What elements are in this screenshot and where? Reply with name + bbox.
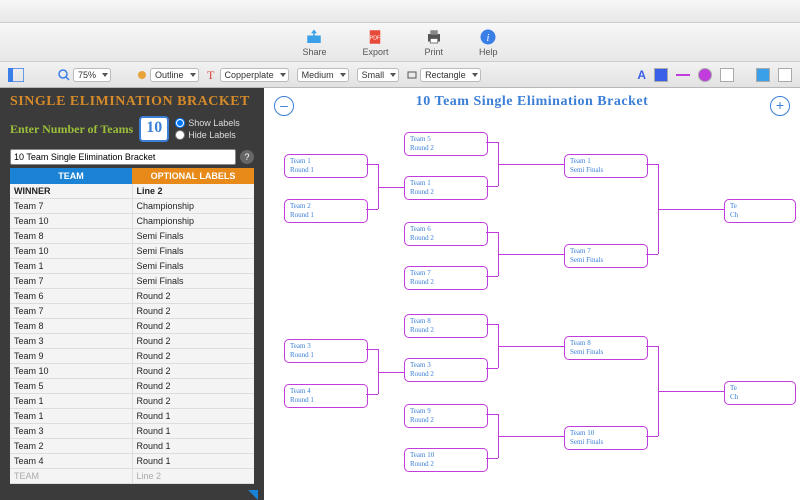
sidebar-heading: SINGLE ELIMINATION BRACKET [10,94,254,110]
table-row[interactable]: Team 3Round 2 [10,334,254,349]
table-row[interactable]: TEAMLine 2 [10,469,254,484]
bracket-box[interactable]: Team 10Round 2 [404,448,488,472]
table-row[interactable]: Team 10Round 2 [10,364,254,379]
table-row[interactable]: Team 8Semi Finals [10,229,254,244]
bracket-box[interactable]: Team 2Round 1 [284,199,368,223]
svg-text:PDF: PDF [370,35,381,41]
table-row[interactable]: Team 1Semi Finals [10,259,254,274]
bracket-title-input[interactable] [10,149,236,165]
bracket-box[interactable]: Team 8Semi Finals [564,336,648,360]
bracket-box[interactable]: Team 7Semi Finals [564,244,648,268]
bracket-box[interactable]: Team 3Round 1 [284,339,368,363]
table-row[interactable]: Team 5Round 2 [10,379,254,394]
bracket-box[interactable]: TeCh [724,381,796,405]
help-label: Help [479,47,498,57]
shape-select[interactable]: Rectangle [407,68,481,82]
table-row[interactable]: Team 1Round 1 [10,409,254,424]
share-button[interactable]: Share [302,28,326,57]
hide-labels-radio[interactable]: Hide Labels [175,129,240,141]
export-button[interactable]: PDF Export [362,28,388,57]
show-labels-radio[interactable]: Show Labels [175,117,240,129]
team-table-body: WINNERLine 2Team 7ChampionshipTeam 10Cha… [10,184,254,490]
table-row[interactable]: Team 7Semi Finals [10,274,254,289]
fill-swatch-1[interactable] [756,68,770,82]
help-icon[interactable]: ? [240,150,254,164]
table-row[interactable]: Team 7Round 2 [10,304,254,319]
table-row[interactable]: Team 4Round 1 [10,454,254,469]
bracket-box[interactable]: Team 6Round 2 [404,222,488,246]
text-a-icon[interactable]: A [637,68,646,82]
table-row[interactable]: Team 2Round 1 [10,439,254,454]
bracket-box[interactable]: Team 1Round 2 [404,176,488,200]
bracket-box[interactable]: Team 3Round 2 [404,358,488,382]
print-label: Print [425,47,444,57]
weight-select[interactable]: Medium [297,68,349,82]
table-row[interactable]: Team 3Round 1 [10,424,254,439]
font-select[interactable]: TCopperplate [207,68,289,82]
col-team-header: TEAM [10,168,132,184]
bracket-box[interactable]: Team 4Round 1 [284,384,368,408]
bracket-box[interactable]: Team 1Round 1 [284,154,368,178]
bracket-box[interactable]: Team 7Round 2 [404,266,488,290]
size-select[interactable]: Small [357,68,400,82]
options-toolbar: 75% Outline TCopperplate Medium Small Re… [0,62,800,88]
team-count-input[interactable]: 10 [139,116,169,142]
bracket-box[interactable]: Team 10Semi Finals [564,426,648,450]
table-row[interactable]: Team 10Semi Finals [10,244,254,259]
bracket-box[interactable]: Team 5Round 2 [404,132,488,156]
table-row[interactable]: Team 7Championship [10,199,254,214]
bracket-box[interactable]: TeCh [724,199,796,223]
expand-button[interactable]: + [770,96,790,116]
table-row[interactable]: Team 10Championship [10,214,254,229]
table-row[interactable]: Team 6Round 2 [10,289,254,304]
color-magenta-swatch[interactable] [698,68,712,82]
color-blue-swatch[interactable] [654,68,668,82]
window-titlebar [0,0,800,23]
color-white-swatch[interactable] [720,68,734,82]
enter-teams-label: Enter Number of Teams [10,122,133,137]
table-row[interactable]: Team 8Round 2 [10,319,254,334]
fill-swatch-2[interactable] [778,68,792,82]
panel-toggle-icon[interactable] [8,68,24,82]
sidebar-panel: SINGLE ELIMINATION BRACKET Enter Number … [0,88,264,500]
svg-text:i: i [487,32,490,43]
table-row[interactable]: Team 1Round 2 [10,394,254,409]
bracket-canvas[interactable]: – + 10 Team Single Elimination Bracket T… [264,88,800,500]
zoom-select[interactable]: 75% [58,68,111,82]
col-labels-header: OPTIONAL LABELS [132,168,254,184]
bracket-box[interactable]: Team 9Round 2 [404,404,488,428]
bracket-box[interactable]: Team 8Round 2 [404,314,488,338]
table-row[interactable]: Team 9Round 2 [10,349,254,364]
style-select[interactable]: Outline [137,68,199,82]
export-label: Export [362,47,388,57]
collapse-button[interactable]: – [274,96,294,116]
line-icon[interactable] [676,74,690,76]
help-button[interactable]: i Help [479,28,498,57]
bracket-box[interactable]: Team 1Semi Finals [564,154,648,178]
canvas-title: 10 Team Single Elimination Bracket [264,94,800,110]
print-button[interactable]: Print [425,28,444,57]
main-toolbar: Share PDF Export Print i Help [0,23,800,62]
share-label: Share [302,47,326,57]
svg-text:T: T [207,69,215,81]
table-row[interactable]: WINNERLine 2 [10,184,254,199]
